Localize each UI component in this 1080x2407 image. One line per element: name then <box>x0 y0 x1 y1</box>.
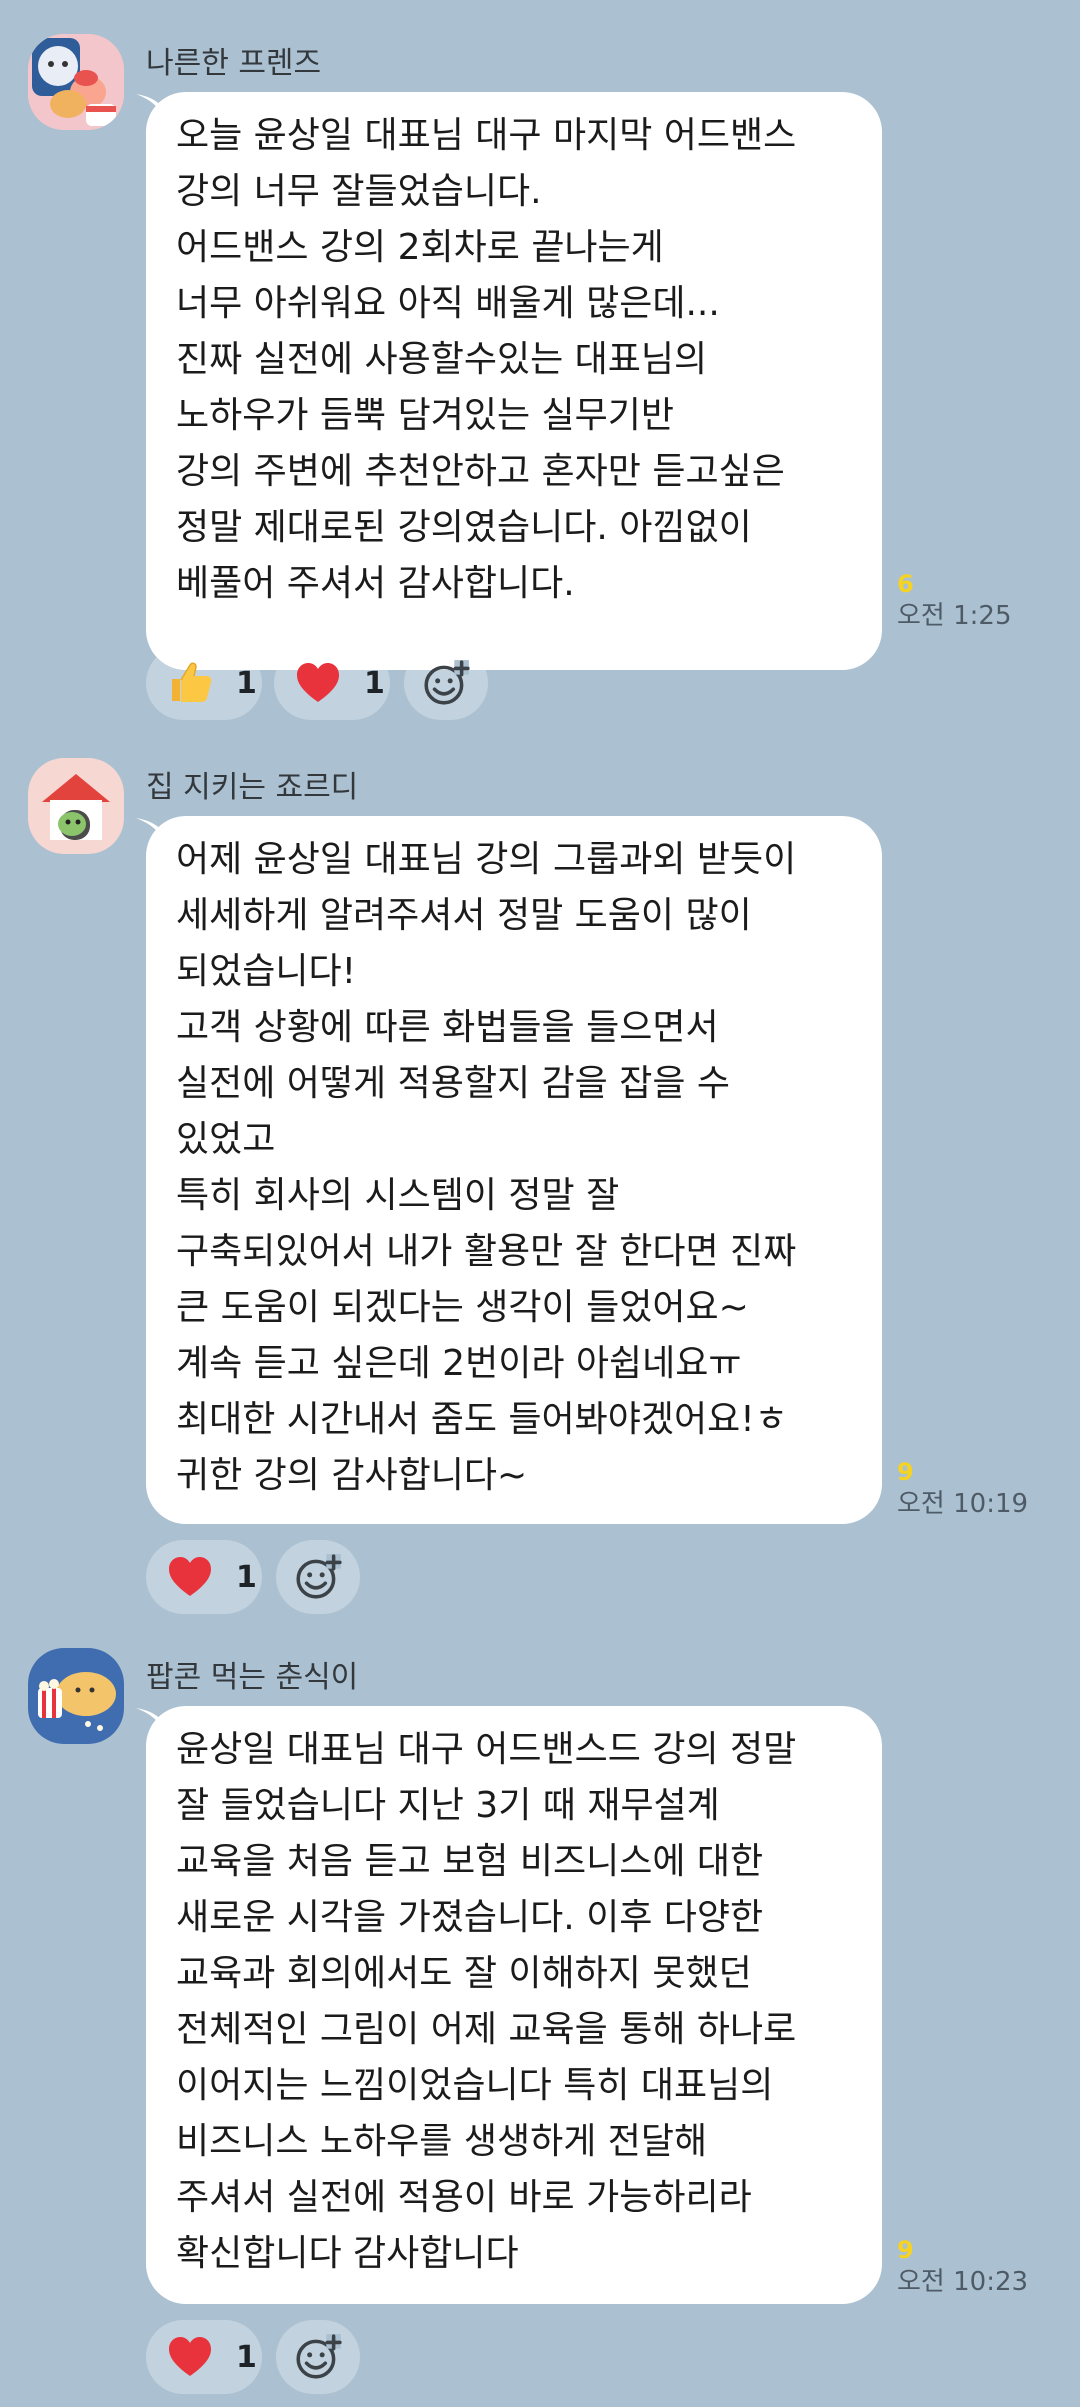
sender-name: 나른한 프렌즈 <box>146 46 322 81</box>
add-reaction-button[interactable] <box>276 2320 360 2394</box>
message-bubble[interactable]: 윤상일 대표님 대구 어드밴스드 강의 정말 잘 들었습니다 지난 3기 때 재… <box>146 1706 882 2304</box>
message-meta: 6 오전 1:25 <box>897 570 1012 634</box>
message-time: 오전 1:25 <box>897 601 1012 631</box>
reaction-count: 1 <box>236 1559 257 1595</box>
add-emoji-icon <box>293 1552 343 1602</box>
ryan-apeach-cake-icon <box>28 34 124 130</box>
choonsik-popcorn-icon <box>28 1648 124 1744</box>
message-bubble[interactable]: 오늘 윤상일 대표님 대구 마지막 어드밴스 강의 너무 잘들었습니다. 어드밴… <box>146 92 882 670</box>
message-1: 나른한 프렌즈 오늘 윤상일 대표님 대구 마지막 어드밴스 강의 너무 잘들었… <box>0 34 1080 720</box>
message-time: 오전 10:19 <box>897 1489 1029 1519</box>
message-time: 오전 10:23 <box>897 2267 1029 2297</box>
sender-name: 집 지키는 죠르디 <box>146 770 359 805</box>
unread-count: 6 <box>897 570 914 598</box>
message-meta: 9 오전 10:19 <box>897 1458 1028 1522</box>
unread-count: 9 <box>897 2236 914 2264</box>
message-meta: 9 오전 10:23 <box>897 2236 1028 2300</box>
message-bubble[interactable]: 어제 윤상일 대표님 강의 그룹과외 받듯이 세세하게 알려주셔서 정말 도움이… <box>146 816 882 1524</box>
reaction-thumbs-up[interactable]: 1 <box>146 646 262 720</box>
message-3: 팝콘 먹는 춘식이 윤상일 대표님 대구 어드밴스드 강의 정말 잘 들었습니다… <box>0 1648 1080 2394</box>
reaction-count: 1 <box>236 2339 257 2375</box>
thumbs-up-icon <box>166 659 214 707</box>
reaction-count: 1 <box>236 665 257 701</box>
sender-name: 팝콘 먹는 춘식이 <box>146 1660 359 1695</box>
heart-icon <box>166 2333 214 2381</box>
heart-icon <box>294 659 342 707</box>
profile-avatar[interactable] <box>28 34 124 130</box>
heart-icon <box>166 1553 214 1601</box>
reaction-count: 1 <box>364 665 385 701</box>
reaction-heart[interactable]: 1 <box>274 646 390 720</box>
add-emoji-icon <box>421 658 471 708</box>
profile-avatar[interactable] <box>28 1648 124 1744</box>
jordy-doghouse-icon <box>28 758 124 854</box>
reaction-heart[interactable]: 1 <box>146 2320 262 2394</box>
reaction-heart[interactable]: 1 <box>146 1540 262 1614</box>
add-reaction-button[interactable] <box>276 1540 360 1614</box>
unread-count: 9 <box>897 1458 914 1486</box>
add-reaction-button[interactable] <box>404 646 488 720</box>
profile-avatar[interactable] <box>28 758 124 854</box>
message-2: 집 지키는 죠르디 어제 윤상일 대표님 강의 그룹과외 받듯이 세세하게 알려… <box>0 758 1080 1614</box>
add-emoji-icon <box>293 2332 343 2382</box>
